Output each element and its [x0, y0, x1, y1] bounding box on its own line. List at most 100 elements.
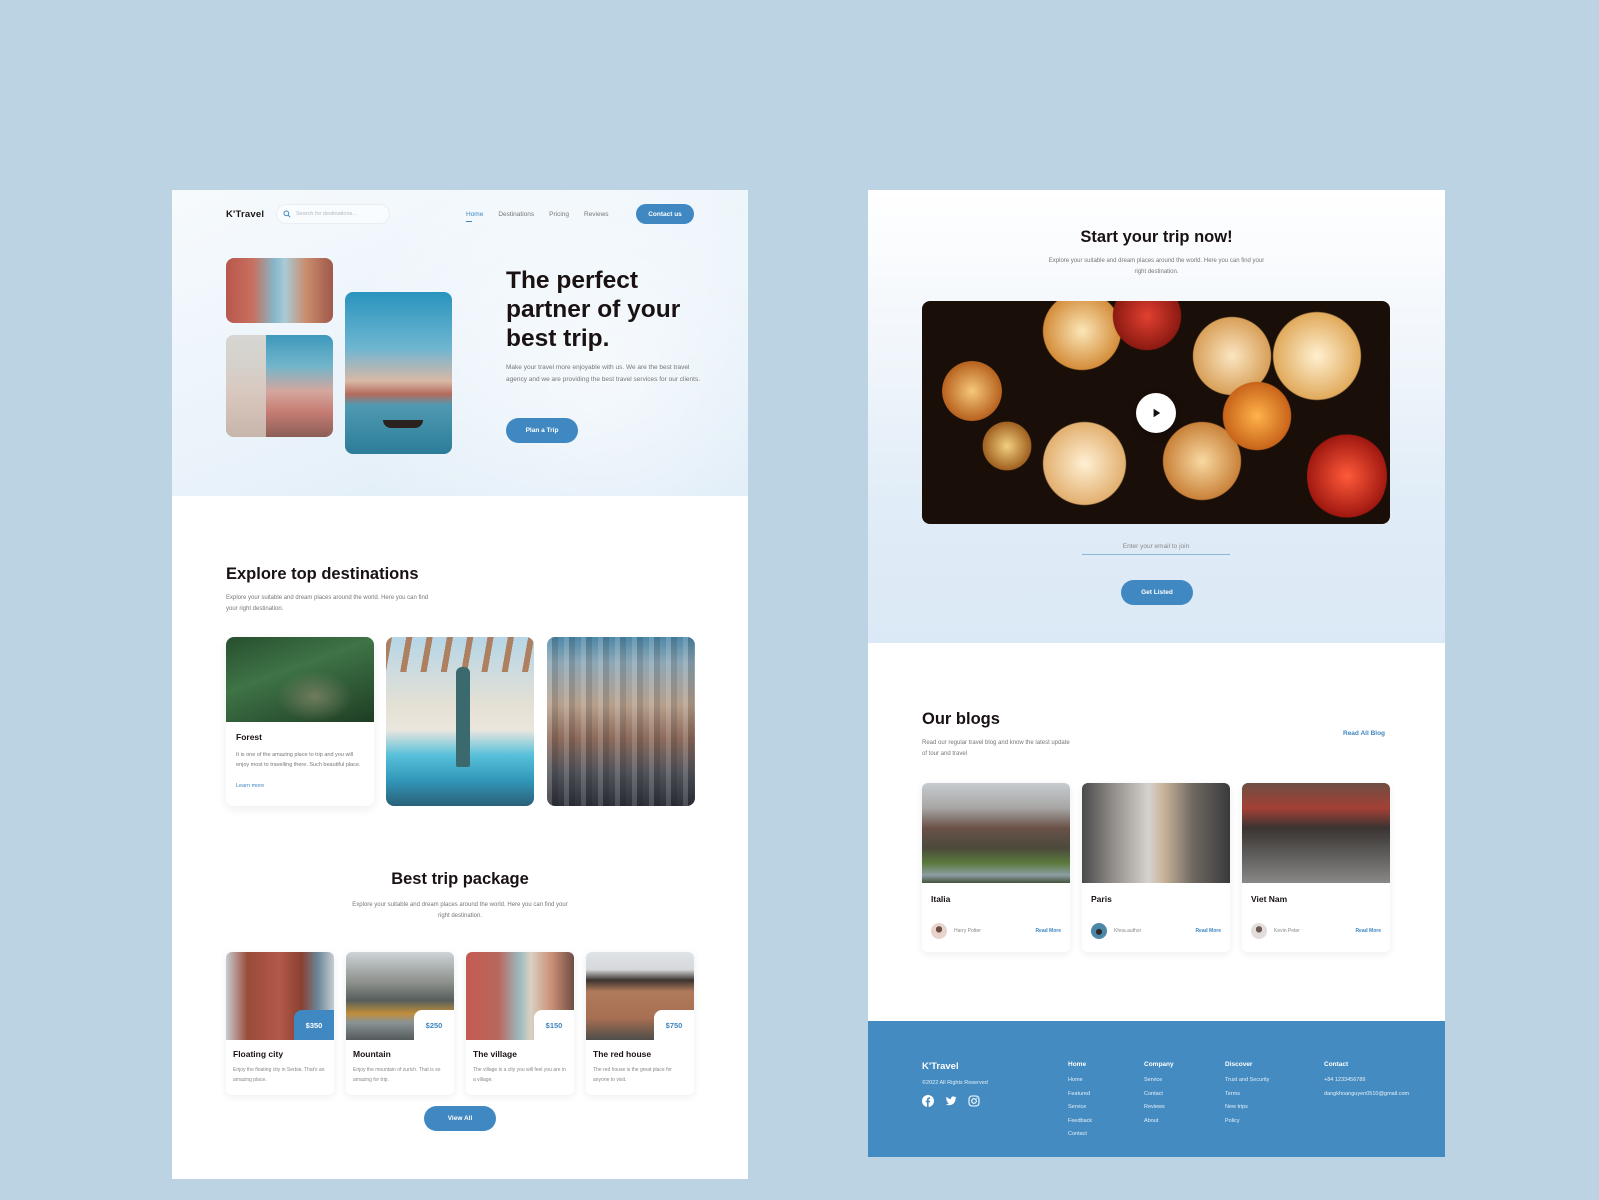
package-name: Floating city: [233, 1049, 284, 1059]
blog-card[interactable]: Viet Nam Kevin Peter Read More: [1242, 783, 1390, 952]
read-more-link[interactable]: Read More: [1355, 928, 1381, 934]
lantern-image: [1112, 301, 1182, 351]
lantern-image: [982, 421, 1032, 471]
footer-link[interactable]: Feedback: [1068, 1118, 1092, 1124]
email-input[interactable]: [1082, 539, 1230, 555]
footer-link[interactable]: Reviews: [1144, 1104, 1174, 1110]
package-name: The village: [473, 1049, 517, 1059]
start-trip-description: Explore your suitable and dream places a…: [1048, 258, 1265, 275]
footer-link[interactable]: Trust and Security: [1225, 1077, 1269, 1083]
search-input[interactable]: [296, 211, 386, 217]
package-image: $350: [226, 952, 334, 1040]
footer-link[interactable]: Contact: [1144, 1091, 1174, 1097]
hero-photo-gondola: [345, 292, 452, 454]
footer-link[interactable]: Contact: [1068, 1131, 1092, 1137]
get-listed-button[interactable]: Get Listed: [1121, 580, 1193, 605]
footer-logo[interactable]: K'Travel: [922, 1061, 959, 1072]
blog-image: [1242, 783, 1390, 883]
footer-column-company: Company Service Contact Reviews About: [1144, 1061, 1174, 1131]
blog-title: Viet Nam: [1251, 894, 1288, 904]
blog-image: [922, 783, 1070, 883]
nav-destinations[interactable]: Destinations: [498, 211, 534, 218]
avatar: [1251, 923, 1267, 939]
package-card[interactable]: $250 Mountain Enjoy the mountain of zuri…: [346, 952, 454, 1095]
logo[interactable]: K'Travel: [226, 209, 264, 220]
package-price: $250: [414, 1010, 454, 1040]
plan-trip-button[interactable]: Plan a Trip: [506, 418, 578, 443]
destination-card-city[interactable]: [547, 637, 695, 806]
footer-column-discover: Discover Trust and Security Terms New tr…: [1225, 1061, 1269, 1131]
footer-link[interactable]: Featured: [1068, 1091, 1092, 1097]
package-name: Mountain: [353, 1049, 391, 1059]
footer-column-contact: Contact +84 1233456789 dangkhoanguyen051…: [1324, 1061, 1409, 1104]
destination-description: It is one of the amazing place to trip a…: [236, 752, 361, 768]
footer-link[interactable]: Home: [1068, 1077, 1092, 1083]
facebook-icon[interactable]: [922, 1095, 934, 1107]
footer-link[interactable]: Terms: [1225, 1091, 1269, 1097]
blog-author: Kevin Peter: [1274, 928, 1300, 934]
lantern-image: [1307, 431, 1387, 521]
lantern-image: [1042, 301, 1122, 371]
read-more-link[interactable]: Read More: [1035, 928, 1061, 934]
destination-card-forest[interactable]: Forest It is one of the amazing place to…: [226, 637, 374, 806]
landing-page-top: K'Travel Home Destinations Pricing Revie…: [172, 190, 748, 1179]
footer-link[interactable]: Service: [1068, 1104, 1092, 1110]
hero-photo-street: [226, 258, 333, 323]
destination-card-resort[interactable]: [386, 637, 534, 806]
hero-title: The perfect partner of your best trip.: [506, 267, 681, 352]
read-more-link[interactable]: Read More: [1195, 928, 1221, 934]
start-trip-title: Start your trip now!: [1080, 228, 1233, 246]
package-description: The village is a city you will feel you …: [473, 1067, 566, 1083]
video-player[interactable]: [922, 301, 1390, 524]
play-button[interactable]: [1136, 393, 1176, 433]
nav-home[interactable]: Home: [466, 211, 483, 222]
package-card[interactable]: $750 The red house The red house is the …: [586, 952, 694, 1095]
avatar: [931, 923, 947, 939]
blog-title: Paris: [1091, 894, 1112, 904]
explore-title: Explore top destinations: [226, 565, 419, 583]
lantern-image: [942, 361, 1002, 421]
view-all-button[interactable]: View All: [424, 1106, 496, 1131]
blogs-title: Our blogs: [922, 710, 1000, 728]
play-icon: [1153, 408, 1161, 418]
footer-link[interactable]: New trips: [1225, 1104, 1269, 1110]
footer: K'Travel ©2022 All Rights Reserved Home …: [868, 1021, 1445, 1157]
hero-description: Make your travel more enjoyable with us.…: [506, 364, 701, 383]
nav-reviews[interactable]: Reviews: [584, 211, 609, 218]
package-description: The red house is the great place for any…: [593, 1067, 672, 1083]
package-image: $150: [466, 952, 574, 1040]
explore-description: Explore your suitable and dream places a…: [226, 595, 429, 612]
search-bar[interactable]: [276, 204, 390, 224]
footer-email[interactable]: dangkhoanguyen0510@gmail.com: [1324, 1091, 1409, 1097]
package-card[interactable]: $150 The village The village is a city y…: [466, 952, 574, 1095]
instagram-icon[interactable]: [968, 1095, 980, 1107]
blog-card[interactable]: Paris Khoa.author Read More: [1082, 783, 1230, 952]
blog-author: Khoa.author: [1114, 928, 1142, 934]
learn-more-link[interactable]: Learn more: [236, 783, 264, 789]
read-all-blog-link[interactable]: Read All Blog: [1343, 730, 1385, 737]
package-image: $750: [586, 952, 694, 1040]
destination-image: [226, 637, 374, 722]
footer-link[interactable]: About: [1144, 1118, 1174, 1124]
package-price: $750: [654, 1010, 694, 1040]
footer-heading: Discover: [1225, 1061, 1253, 1068]
package-price: $150: [534, 1010, 574, 1040]
twitter-icon[interactable]: [945, 1095, 957, 1107]
social-links: [922, 1095, 980, 1107]
package-description: Enjoy the mountain of zurich. That is so…: [353, 1067, 441, 1083]
avatar: [1091, 923, 1107, 939]
blog-image: [1082, 783, 1230, 883]
package-card[interactable]: $350 Floating city Enjoy the floating ci…: [226, 952, 334, 1095]
packages-title: Best trip package: [391, 870, 529, 888]
footer-link[interactable]: Service: [1144, 1077, 1174, 1083]
footer-heading: Home: [1068, 1061, 1087, 1068]
footer-link[interactable]: Policy: [1225, 1118, 1269, 1124]
blog-card[interactable]: Italia Harry Potter Read More: [922, 783, 1070, 952]
footer-phone[interactable]: +84 1233456789: [1324, 1077, 1409, 1083]
blog-author: Harry Potter: [954, 928, 981, 934]
main-nav: Home Destinations Pricing Reviews: [466, 211, 609, 222]
lantern-image: [1042, 421, 1127, 506]
package-name: The red house: [593, 1049, 652, 1059]
nav-pricing[interactable]: Pricing: [549, 211, 569, 218]
contact-us-button[interactable]: Contact us: [636, 204, 694, 224]
